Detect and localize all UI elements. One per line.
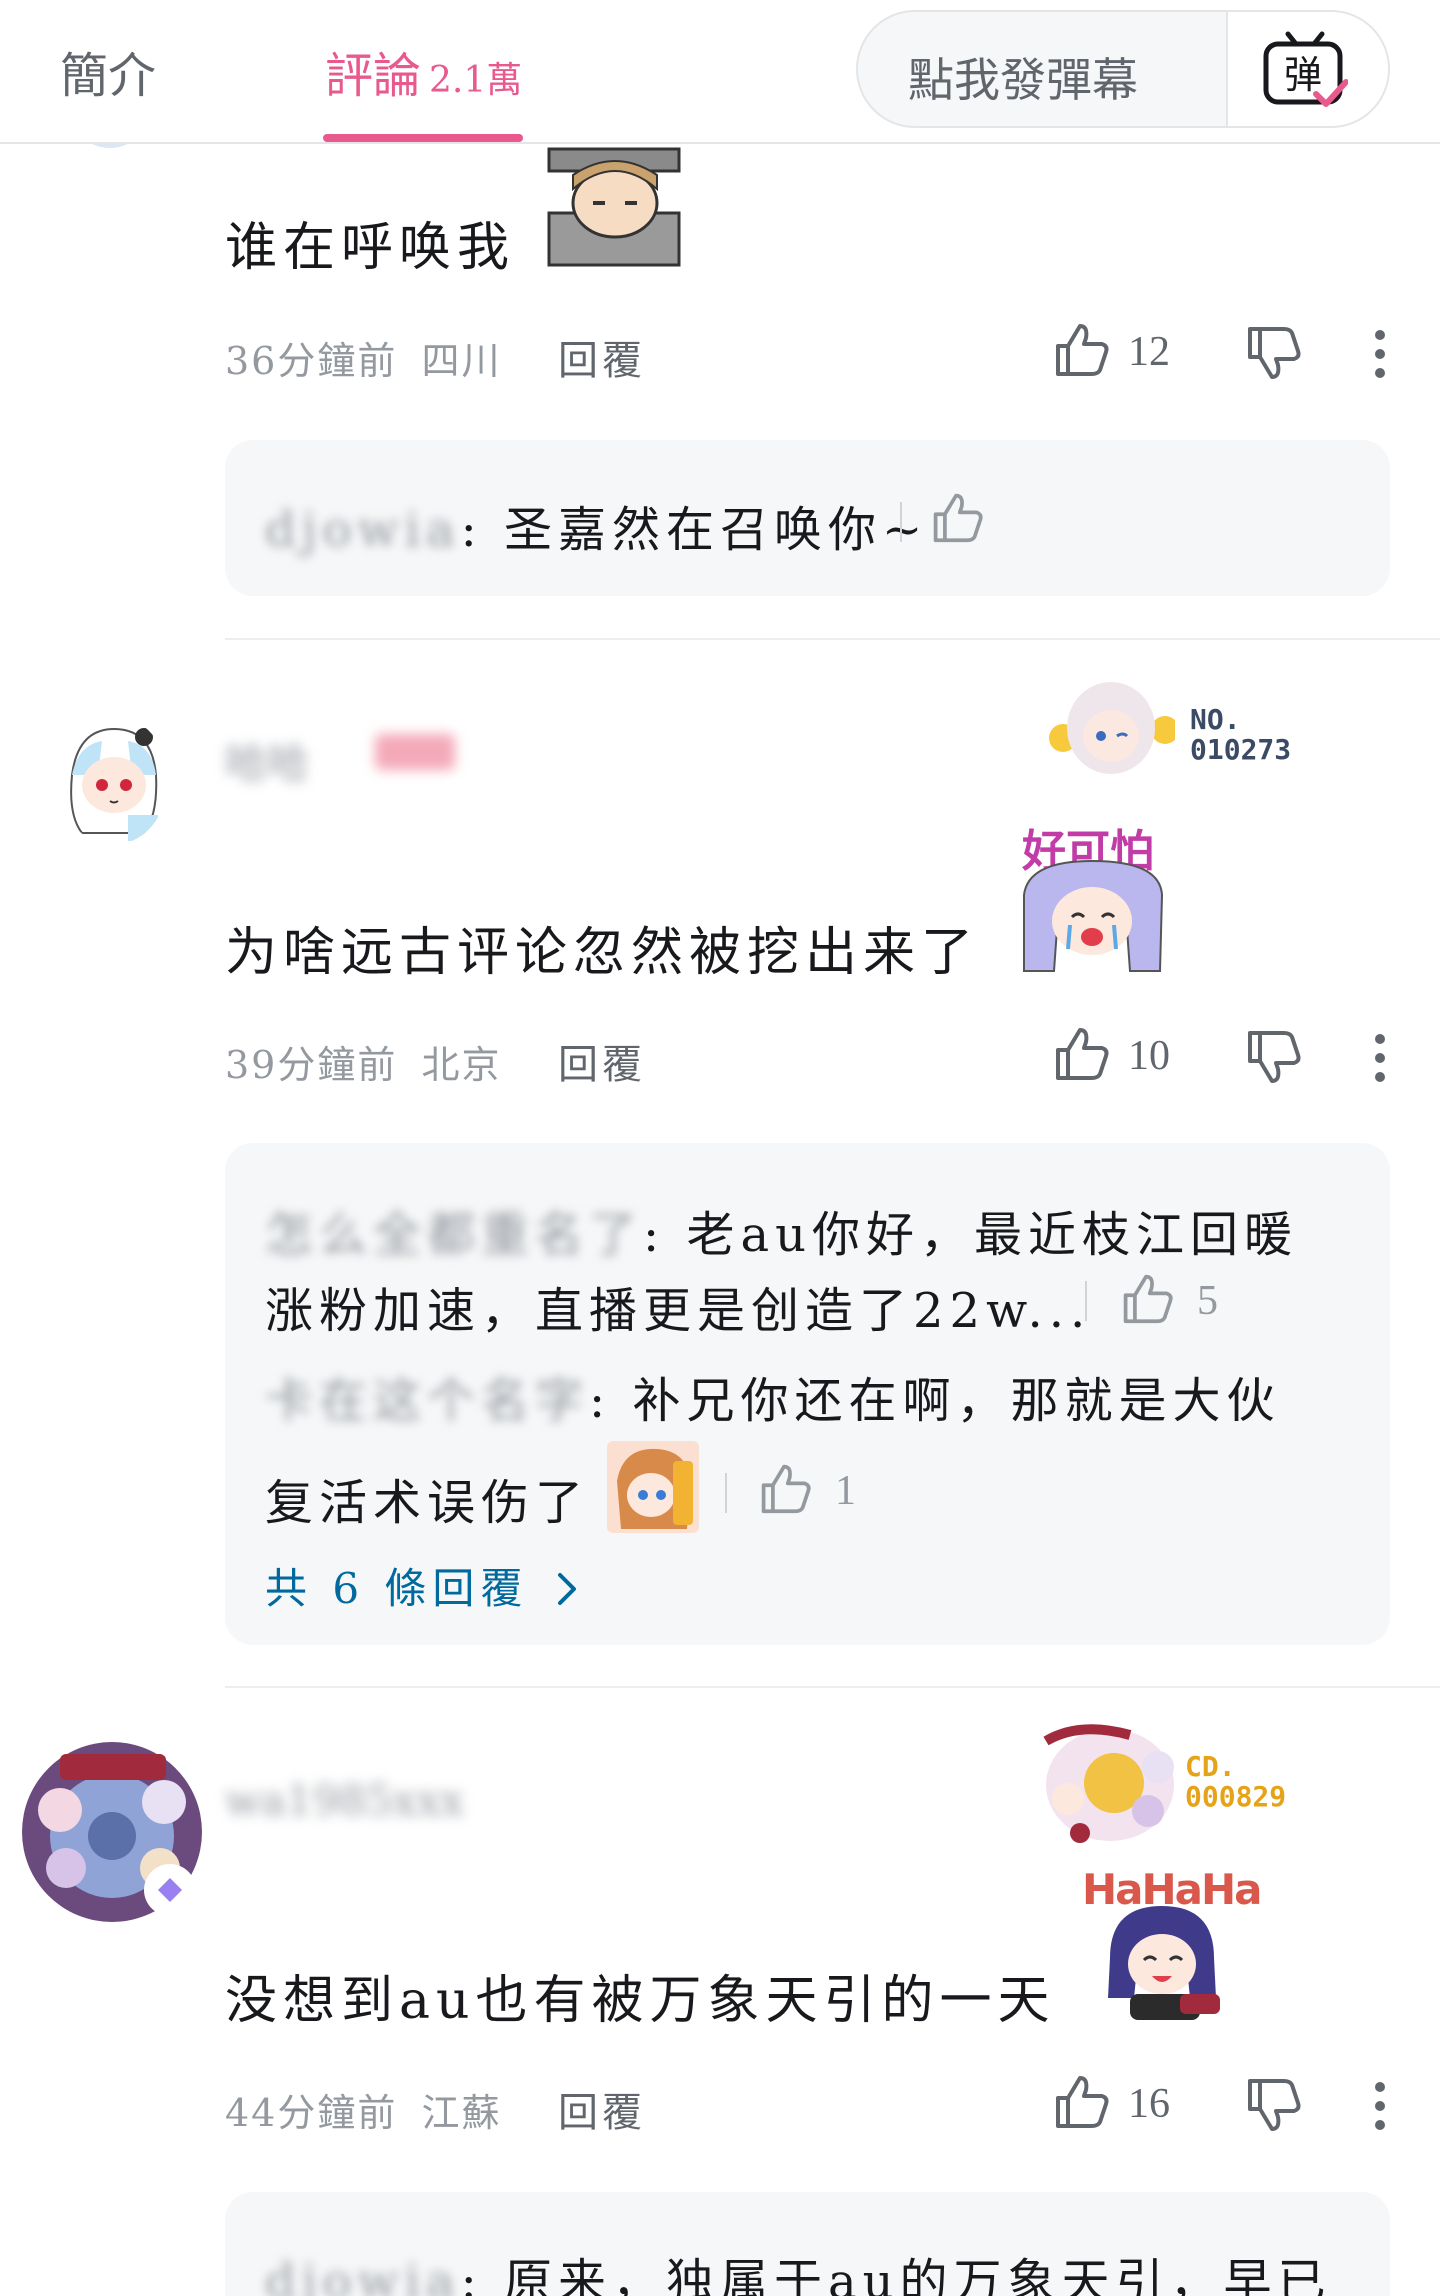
tab-comments[interactable]: 評論 2.1萬 xyxy=(325,36,522,106)
fan-badge-number: CD. 000829 xyxy=(1185,1750,1287,1813)
comment-location: 北京 xyxy=(421,1043,502,1087)
sub-reply-line: 卡在这个名字: 补兄你还在啊，那就是大伙 xyxy=(265,1361,1280,1431)
sub-reply-box[interactable]: 怎么全都重名了: 老au你好，最近枝江回暖 涨粉加速，直播更是创造了22w...… xyxy=(225,1143,1390,1645)
danmaku-toggle-button[interactable]: 弹 xyxy=(1226,12,1388,126)
comment-time: 44分鐘前 xyxy=(225,2091,398,2135)
sub-reply-line: 涨粉加速，直播更是创造了22w... xyxy=(265,1271,1091,1341)
tab-comments-label: 評論 xyxy=(325,48,422,104)
svg-text:弹: 弹 xyxy=(1284,53,1322,97)
username[interactable]: 哈哈 xyxy=(225,730,309,791)
view-more-replies-link[interactable]: 共 6 條回覆 xyxy=(265,1555,580,1616)
sub-reply-line: 怎么全都重名了: 老au你好，最近枝江回暖 xyxy=(265,1195,1298,1265)
like-icon[interactable] xyxy=(1052,2072,1110,2130)
like-icon[interactable] xyxy=(1120,1271,1174,1325)
sticker-emote xyxy=(1023,859,1164,972)
comment-time: 39分鐘前 xyxy=(225,1043,398,1087)
reply-button[interactable]: 回覆 xyxy=(558,328,646,386)
like-count: 16 xyxy=(1128,2081,1170,2127)
comment-text: 没想到au也有被万象天引的一天 xyxy=(225,1971,1056,2031)
fan-badge-image xyxy=(1049,682,1175,774)
reply-button[interactable]: 回覆 xyxy=(558,2080,646,2138)
divider xyxy=(1085,1281,1087,1321)
reply-button[interactable]: 回覆 xyxy=(558,1032,646,1090)
like-icon[interactable] xyxy=(1052,320,1110,378)
divider xyxy=(900,502,902,542)
more-replies-label: 共 6 條回覆 xyxy=(265,1564,529,1613)
sub-reply-user[interactable]: djowia xyxy=(265,502,461,558)
danmaku-placeholder: 點我發彈幕 xyxy=(908,53,1138,107)
sticker-emote xyxy=(1108,1906,1220,2020)
username[interactable]: wa1985xxx xyxy=(225,1776,464,1825)
chevron-right-icon xyxy=(557,1573,576,1605)
sub-reply-user[interactable]: 卡在这个名字 xyxy=(265,1373,589,1429)
sub-reply-box[interactable]: djowia: 原来，独属于au的万象天引，早已 xyxy=(225,2192,1390,2296)
fan-badge-image xyxy=(1043,1724,1174,1843)
more-icon[interactable] xyxy=(1375,330,1387,387)
divider xyxy=(725,1473,727,1513)
comment-count: 2.1萬 xyxy=(429,60,523,101)
more-icon[interactable] xyxy=(1375,1034,1387,1091)
user-level-badge xyxy=(375,734,455,770)
sub-reply-box[interactable]: djowia: 圣嘉然在召唤你~ xyxy=(225,440,1390,596)
tab-intro[interactable]: 簡介 xyxy=(60,36,156,106)
sub-reply-text: : 圣嘉然在召唤你~ xyxy=(460,502,929,558)
header-tabs: 簡介 評論 2.1萬 點我發彈幕 弹 xyxy=(0,0,1440,144)
dislike-icon[interactable] xyxy=(1244,2077,1302,2135)
sub-reply-text: 涨粉加速，直播更是创造了22w... xyxy=(265,1283,1092,1339)
comment-location: 四川 xyxy=(421,339,502,383)
like-icon[interactable] xyxy=(1052,1024,1110,1082)
sub-reply-line: djowia: 圣嘉然在召唤你~ xyxy=(265,490,928,560)
sub-reply-line: 复活术误伤了 xyxy=(265,1463,589,1533)
like-icon[interactable] xyxy=(930,490,984,544)
like-count: 10 xyxy=(1128,1033,1170,1079)
more-icon[interactable] xyxy=(1375,2082,1387,2139)
like-count: 12 xyxy=(1128,329,1170,375)
dislike-icon[interactable] xyxy=(1244,325,1302,383)
sub-reply-text: : 老au你好，最近枝江回暖 xyxy=(643,1207,1298,1263)
sticker-emote xyxy=(607,1441,699,1533)
sub-reply-user[interactable]: 怎么全都重名了 xyxy=(265,1207,643,1263)
danmaku-input[interactable]: 點我發彈幕 弹 xyxy=(856,10,1390,128)
comment-separator xyxy=(225,1686,1440,1688)
sub-reply-text: 复活术误伤了 xyxy=(265,1475,590,1531)
avatar[interactable] xyxy=(20,1740,205,1925)
fan-badge-number: NO. 010273 xyxy=(1190,703,1292,766)
avatar[interactable] xyxy=(58,715,168,845)
comment-text: 谁在呼唤我 xyxy=(225,218,516,278)
active-tab-indicator xyxy=(323,134,523,142)
like-icon[interactable] xyxy=(758,1461,812,1515)
sub-reply-line: djowia: 原来，独属于au的万象天引，早已 xyxy=(265,2242,1332,2296)
sub-reply-text: : 原来，独属于au的万象天引，早已 xyxy=(460,2254,1332,2296)
danmaku-tv-icon: 弹 xyxy=(1263,31,1348,107)
comment-meta: 44分鐘前 江蘇 xyxy=(225,2082,501,2137)
comment-time: 36分鐘前 xyxy=(225,339,398,383)
sub-reply-user[interactable]: djowia xyxy=(265,2254,461,2296)
sub-reply-text: : 补兄你还在啊，那就是大伙 xyxy=(589,1373,1281,1429)
like-count: 5 xyxy=(1197,1278,1218,1324)
comment-text: 为啥远古评论忽然被挖出来了 xyxy=(225,923,980,983)
comment-meta: 39分鐘前 北京 xyxy=(225,1034,501,1089)
like-count: 1 xyxy=(835,1468,856,1514)
comment-location: 江蘇 xyxy=(421,2091,502,2135)
sticker-emote xyxy=(547,147,681,267)
comment-separator xyxy=(225,638,1440,640)
comment-meta: 36分鐘前 四川 xyxy=(225,330,501,385)
dislike-icon[interactable] xyxy=(1244,1029,1302,1087)
